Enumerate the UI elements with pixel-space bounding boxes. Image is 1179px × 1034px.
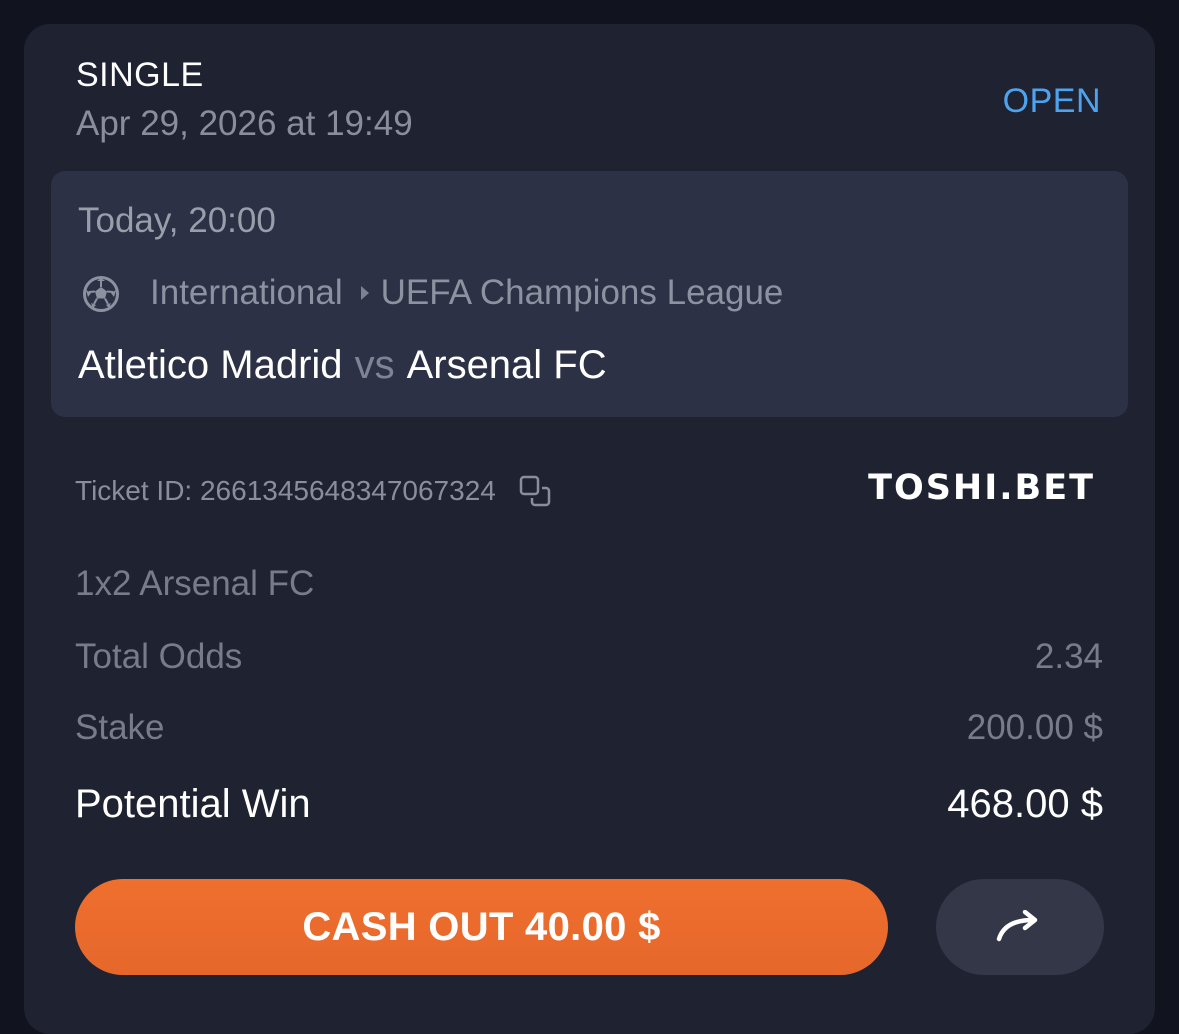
region-label: International [150,273,343,312]
home-team: Atletico Madrid [78,343,343,387]
event-panel[interactable]: Today, 20:00 International UEFA Champion… [51,171,1128,417]
caret-right-icon [360,286,369,300]
potential-win-label: Potential Win [75,782,311,826]
copy-icon[interactable] [518,474,552,508]
stake-row: Stake 200.00 $ [75,708,1103,748]
total-odds-label: Total Odds [75,637,243,676]
selection-label: 1x2 Arsenal FC [75,564,315,603]
soccer-ball-icon [83,276,119,312]
total-odds-value: 2.34 [1034,637,1103,676]
ticket-id: Ticket ID: 2661345648347067324 [75,474,552,508]
bet-ticket-card: SINGLE Apr 29, 2026 at 19:49 OPEN Today,… [24,24,1155,1034]
ticket-id-label: Ticket ID: 2661345648347067324 [75,475,496,506]
share-arrow-icon [996,910,1038,942]
bet-type: SINGLE [76,56,204,94]
status-badge: OPEN [1002,82,1101,120]
bet-date: Apr 29, 2026 at 19:49 [76,104,413,143]
brand-logo: TOSHI.BET [868,468,1095,508]
vs-separator: vs [354,343,395,387]
league-label: UEFA Champions League [380,273,784,312]
share-button[interactable] [936,879,1104,975]
stake-value: 200.00 $ [966,708,1103,747]
league-breadcrumb: International UEFA Champions League [150,273,783,313]
matchup: Atletico Madrid vs Arsenal FC [78,343,607,388]
potential-win-row: Potential Win 468.00 $ [75,782,1103,827]
away-team: Arsenal FC [406,343,607,387]
potential-win-value: 468.00 $ [947,782,1103,826]
cash-out-button[interactable]: CASH OUT 40.00 $ [75,879,888,975]
total-odds-row: Total Odds 2.34 [75,637,1103,677]
stake-label: Stake [75,708,165,747]
event-time: Today, 20:00 [78,201,276,240]
